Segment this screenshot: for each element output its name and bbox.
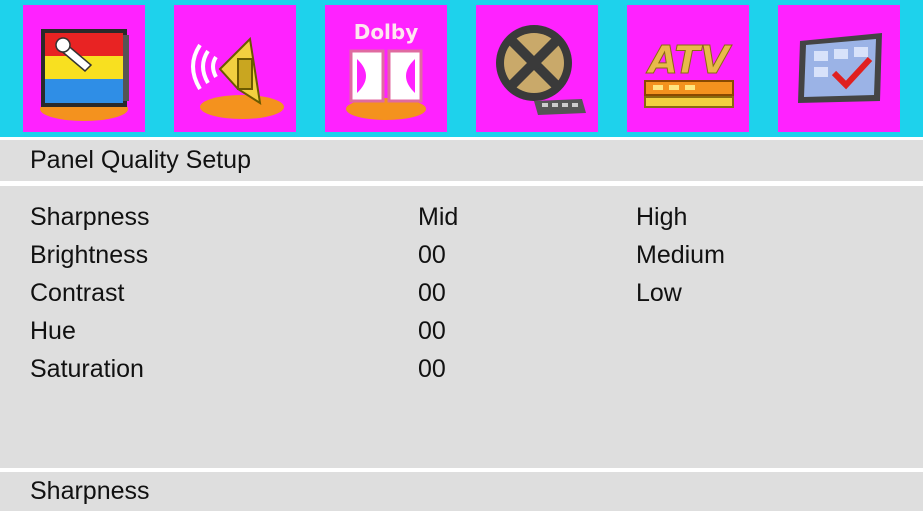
audio-setup-tab[interactable] (173, 5, 296, 132)
settings-panel: Sharpness Mid Brightness 00 Contrast 00 … (0, 186, 923, 468)
dolby-setup-tab[interactable]: Dolby (324, 5, 447, 132)
page-title: Panel Quality Setup (0, 140, 923, 181)
option-high[interactable]: High (636, 198, 687, 236)
menu-item-contrast[interactable]: Contrast (30, 274, 450, 312)
brightness-value: 00 (418, 241, 446, 269)
option-medium[interactable]: Medium (636, 236, 725, 274)
menu-item-hue[interactable]: Hue (30, 312, 450, 350)
video-film-icon (496, 25, 587, 115)
contrast-value: 00 (418, 279, 446, 307)
atv-icon-text: ATV (646, 38, 733, 82)
osd-menu: Dolby ATV Panel Quality Setup Sharpness … (0, 0, 923, 511)
dolby-icon: Dolby (345, 20, 426, 120)
sharpness-value: Mid (418, 203, 459, 231)
picture-setup-tab[interactable] (22, 5, 145, 132)
option-low[interactable]: Low (636, 274, 682, 312)
hue-value: 00 (418, 317, 446, 345)
menu-item-saturation[interactable]: Saturation (30, 350, 450, 388)
preference-setup-tab[interactable] (778, 5, 901, 132)
menu-item-sharpness[interactable]: Sharpness (30, 198, 450, 236)
menu-icon-bar: Dolby ATV (0, 0, 923, 137)
picture-setup-icon (39, 29, 129, 121)
video-setup-tab[interactable] (476, 5, 599, 132)
preference-setup-icon (798, 33, 883, 103)
audio-speaker-icon (190, 36, 284, 119)
atv-tuner-icon: ATV (644, 38, 735, 108)
menu-item-brightness[interactable]: Brightness (30, 236, 450, 274)
help-text: Sharpness (0, 472, 923, 511)
dolby-icon-text: Dolby (354, 20, 419, 44)
atv-setup-tab[interactable]: ATV (627, 5, 750, 132)
saturation-value: 00 (418, 355, 446, 383)
